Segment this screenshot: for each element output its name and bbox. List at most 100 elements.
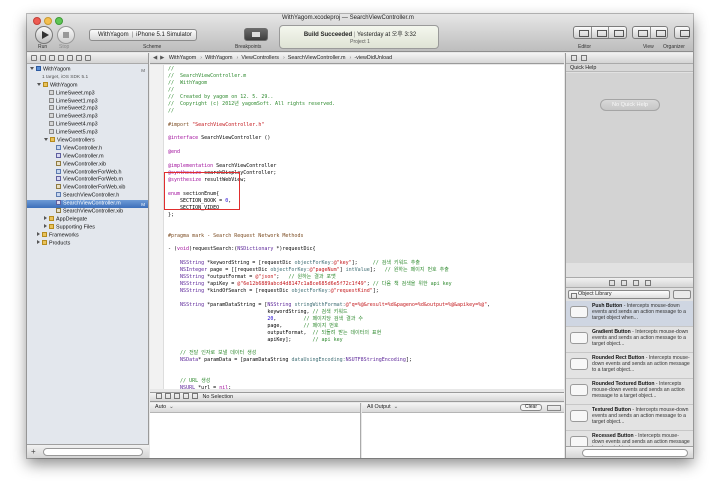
file-tree-item[interactable]: 1 target, iOS SDK 5.1 — [27, 74, 148, 82]
hide-debug-area-icon[interactable] — [156, 393, 162, 399]
close-window-button[interactable] — [33, 17, 41, 25]
code-line[interactable]: // URL 생성 — [168, 378, 560, 385]
code-line[interactable]: keywordString, // 검색 키워드 — [168, 309, 560, 316]
source-editor[interactable]: //// SearchViewController.m// WithYagom /… — [150, 65, 564, 389]
file-tree-item[interactable]: WithYagom — [27, 81, 148, 90]
zoom-window-button[interactable] — [55, 17, 63, 25]
code-line[interactable]: // 전달 인자로 보낼 데이터 생성 — [168, 350, 560, 357]
file-tree-item[interactable]: Products — [27, 239, 148, 248]
quick-help-icon[interactable] — [581, 55, 587, 61]
jump-bar-crumb[interactable]: ViewControllers — [241, 55, 279, 61]
code-line[interactable]: NSData* paramData = [paramDataString dat… — [168, 357, 560, 364]
navigator-filter-input[interactable] — [43, 448, 143, 456]
disclosure-triangle-icon[interactable] — [37, 231, 40, 236]
code-line[interactable] — [168, 371, 560, 378]
jump-bar-crumb[interactable]: WithYagom — [169, 55, 196, 61]
file-tree-item[interactable]: LimeSweet.mp3 — [27, 89, 148, 98]
add-icon[interactable]: + — [31, 447, 36, 456]
file-tree-item[interactable]: LimeSweet4.mp3 — [27, 121, 148, 129]
code-text[interactable]: //// SearchViewController.m// WithYagom /… — [168, 66, 560, 389]
pause-icon[interactable] — [165, 393, 171, 399]
file-tree-item[interactable]: WithYagom M — [27, 66, 148, 74]
minimize-window-button[interactable] — [44, 17, 52, 25]
organizer-button[interactable] — [674, 26, 690, 39]
code-line[interactable] — [168, 364, 560, 371]
file-tree-item[interactable]: LimeSweet3.mp3 — [27, 113, 148, 121]
file-inspector-icon[interactable] — [571, 55, 577, 61]
file-tree-item[interactable]: AppDelegate — [27, 215, 148, 224]
code-line[interactable] — [168, 115, 560, 122]
disclosure-triangle-icon[interactable] — [44, 215, 47, 220]
folder-icon[interactable] — [31, 55, 37, 61]
code-line[interactable]: @interface SearchViewController () — [168, 135, 560, 142]
file-tree-item[interactable]: ViewControllers — [27, 137, 148, 145]
object-library-item[interactable]: Rounded Textured Button - Intercepts mou… — [566, 379, 693, 405]
code-line[interactable]: apiKey]; // api key — [168, 337, 560, 344]
object-library-item[interactable]: Push Button - Intercepts mouse-down even… — [566, 301, 693, 327]
code-line[interactable]: #pragma mark - Search Request Network Me… — [168, 233, 560, 240]
object-library-item[interactable]: Rounded Rect Button - Intercepts mouse-d… — [566, 353, 693, 379]
file-tree-item[interactable]: ViewControllerForWeb.m — [27, 176, 148, 184]
stop-button[interactable] — [57, 26, 75, 44]
file-tree-item[interactable]: SearchViewController.m M — [27, 200, 148, 209]
code-line[interactable]: NSString *apiKey = @"6e12b6889abcd4d8147… — [168, 281, 560, 288]
disclosure-triangle-icon[interactable] — [37, 239, 40, 244]
file-tree-item[interactable]: Supporting Files — [27, 223, 148, 232]
breakpoint-icon[interactable] — [76, 55, 82, 61]
disclosure-triangle-icon[interactable] — [44, 223, 47, 228]
debug-icon[interactable] — [85, 55, 91, 61]
file-tree-item[interactable]: SearchViewController.xib — [27, 208, 148, 216]
code-snippet-icon[interactable] — [620, 279, 627, 286]
console-scope-select[interactable]: All Output — [367, 404, 391, 410]
file-tree-item[interactable]: SearchViewController.h — [27, 192, 148, 200]
code-line[interactable]: // — [168, 66, 560, 73]
code-line[interactable] — [168, 128, 560, 135]
code-line[interactable] — [168, 142, 560, 149]
jump-bar-crumb[interactable]: SearchViewController.m — [288, 55, 346, 61]
code-line[interactable]: // Created by yagom on 12. 5. 29.. — [168, 94, 560, 101]
code-line[interactable]: @implementation SearchViewController — [168, 163, 560, 170]
forward-arrow-icon[interactable]: ▶ — [160, 55, 164, 61]
file-tree-item[interactable]: Frameworks — [27, 231, 148, 240]
file-tree-item[interactable]: LimeSweet1.mp3 — [27, 97, 148, 106]
editor-mode-control[interactable] — [573, 26, 627, 39]
breakpoints-button[interactable] — [244, 28, 268, 41]
library-filter-input[interactable] — [582, 449, 688, 457]
object-library-icon[interactable] — [632, 279, 639, 286]
code-line[interactable]: }; — [168, 212, 560, 219]
code-line[interactable] — [168, 239, 560, 246]
code-line[interactable]: // — [168, 108, 560, 115]
file-tree-item[interactable]: ViewControllerForWeb.xib — [27, 184, 148, 192]
grid-view-icon[interactable] — [673, 290, 691, 299]
jump-bar-crumb[interactable]: -viewDidUnload — [354, 55, 392, 61]
code-line[interactable]: NSString *kindOfSearch = [requestDic obj… — [168, 288, 560, 295]
log-icon[interactable] — [67, 55, 73, 61]
jump-bar-crumb[interactable]: WithYagom — [205, 55, 232, 61]
code-line[interactable] — [168, 219, 560, 226]
console-view[interactable]: All Output ⌄ Clear — [362, 403, 564, 458]
code-line[interactable]: - (void)requestSearch:(NSDictionary *)re… — [168, 246, 560, 253]
disclosure-triangle-icon[interactable] — [30, 67, 34, 70]
code-line[interactable] — [168, 295, 560, 302]
disclosure-triangle-icon[interactable] — [37, 82, 41, 86]
object-library-item[interactable]: Gradient Button - Intercepts mouse-down … — [566, 327, 693, 353]
back-arrow-icon[interactable]: ◀ — [153, 55, 157, 61]
variables-scope-select[interactable]: Auto — [155, 404, 166, 410]
warning-icon[interactable] — [58, 55, 64, 61]
step-over-icon[interactable] — [174, 393, 180, 399]
code-line[interactable]: // WithYagom — [168, 80, 560, 87]
symbol-icon[interactable] — [40, 55, 46, 61]
file-template-icon[interactable] — [608, 279, 615, 286]
run-button[interactable] — [35, 26, 53, 44]
step-in-icon[interactable] — [183, 393, 189, 399]
file-tree-item[interactable]: ViewController.m — [27, 152, 148, 161]
code-line[interactable] — [168, 156, 560, 163]
line-gutter[interactable] — [150, 65, 164, 389]
code-line[interactable] — [168, 226, 560, 233]
code-line[interactable]: 20, // 페이지당 검색 결과 수 — [168, 316, 560, 323]
code-line[interactable]: NSString *paramDataString = [NSString st… — [168, 302, 560, 309]
pane-layout-icon[interactable] — [547, 405, 561, 411]
code-line[interactable]: #import "SearchViewController.h" — [168, 122, 560, 129]
code-line[interactable]: // — [168, 87, 560, 94]
step-out-icon[interactable] — [192, 393, 198, 399]
